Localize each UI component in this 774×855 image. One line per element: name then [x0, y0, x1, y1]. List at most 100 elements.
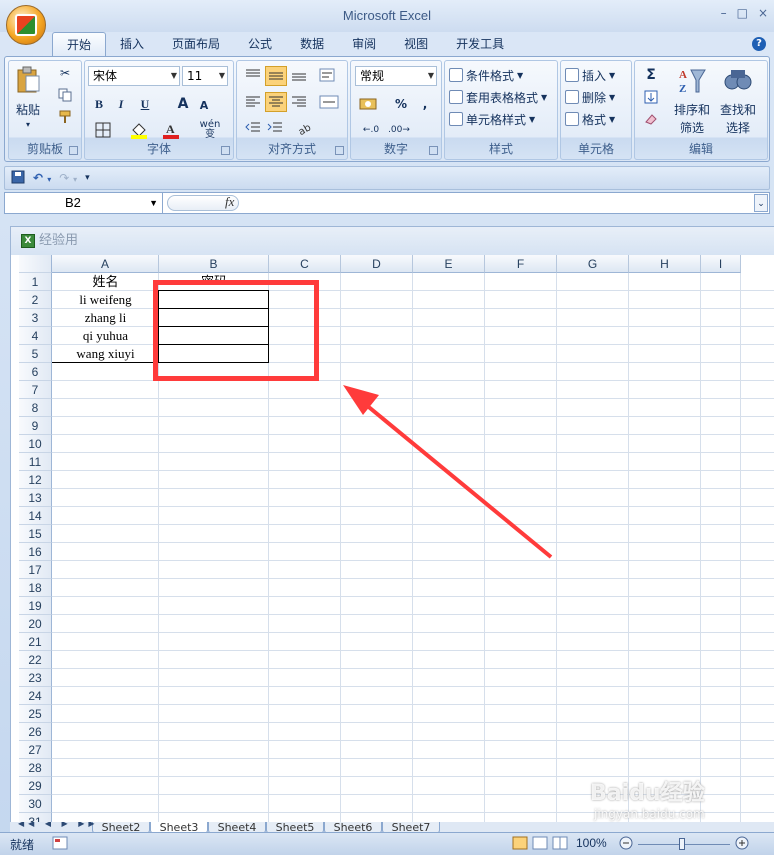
currency-icon[interactable]: [355, 95, 385, 113]
alignment-launcher-icon[interactable]: [335, 146, 344, 155]
format-cells-button[interactable]: 格式 ▼: [565, 110, 629, 128]
close-button[interactable]: ×: [758, 6, 768, 20]
tab-review[interactable]: 审阅: [338, 32, 390, 56]
tab-developer[interactable]: 开发工具: [442, 32, 518, 56]
grow-font-button[interactable]: A: [173, 95, 193, 113]
zoom-in-icon[interactable]: [734, 835, 750, 854]
save-icon[interactable]: [11, 170, 25, 187]
group-label-number: 数字: [383, 142, 408, 156]
font-launcher-icon[interactable]: [221, 146, 230, 155]
percent-button[interactable]: %: [391, 95, 411, 113]
underline-button[interactable]: U: [135, 95, 155, 113]
worksheet-grid[interactable]: A B C D E F G H I 1 2 3 4 5 6 7 8 9 10 11 12 13 14 15 16 17 18 19 20…: [19, 255, 774, 823]
font-size-combo[interactable]: 11 ▼: [182, 66, 228, 86]
cut-icon[interactable]: ✂: [57, 65, 73, 81]
tab-view[interactable]: 视图: [390, 32, 442, 56]
sheet-tab-sheet7[interactable]: Sheet7: [382, 822, 440, 832]
find-select-label[interactable]: 查找和: [717, 101, 759, 117]
align-left-icon[interactable]: [243, 93, 263, 111]
tab-data[interactable]: 数据: [286, 32, 338, 56]
align-right-icon[interactable]: [289, 93, 309, 111]
customize-qat-icon[interactable]: ▾: [85, 173, 90, 183]
expand-formula-bar-icon[interactable]: ⌄: [754, 194, 768, 212]
italic-button[interactable]: I: [113, 95, 129, 113]
workbook-window: 经验用 X A B C D E F G H I 1 2 3 4 5 6 7 8 9 10 11 12 13 14 15 16 17…: [10, 226, 774, 830]
conditional-format-button[interactable]: 条件格式 ▼: [449, 66, 555, 84]
number-format-combo[interactable]: 常规 ▼: [355, 66, 437, 86]
number-launcher-icon[interactable]: [429, 146, 438, 155]
find-select-label-2[interactable]: 选择: [717, 119, 759, 135]
increase-indent-icon[interactable]: [265, 119, 285, 137]
fill-icon[interactable]: [639, 88, 663, 106]
find-select-icon[interactable]: [721, 65, 755, 97]
conditional-format-icon: [449, 68, 463, 82]
page-break-view-icon[interactable]: [552, 836, 568, 853]
workbook-excel-icon: X: [21, 234, 35, 248]
align-center-icon[interactable]: [265, 92, 287, 112]
cell-styles-button[interactable]: 单元格样式 ▼: [449, 110, 555, 128]
tab-home[interactable]: 开始: [52, 32, 107, 56]
macro-record-icon[interactable]: [52, 836, 68, 853]
formula-input[interactable]: [241, 193, 753, 213]
orientation-icon[interactable]: ab: [291, 119, 321, 137]
autosum-button[interactable]: Σ: [639, 66, 663, 84]
office-button[interactable]: [6, 5, 46, 45]
zoom-slider-thumb[interactable]: [679, 838, 685, 850]
wrap-text-icon[interactable]: [317, 66, 337, 84]
redo-icon[interactable]: ↷ ▾: [59, 171, 77, 185]
decrease-indent-icon[interactable]: [243, 119, 263, 137]
help-icon[interactable]: ?: [752, 37, 766, 51]
sheet-tab-sheet4[interactable]: Sheet4: [208, 822, 266, 832]
format-painter-icon[interactable]: [57, 109, 73, 125]
maximize-button[interactable]: □: [737, 6, 748, 20]
copy-icon[interactable]: [57, 87, 73, 103]
svg-text:A: A: [679, 69, 687, 81]
tab-page-layout[interactable]: 页面布局: [158, 32, 234, 56]
sheet-tab-sheet6[interactable]: Sheet6: [324, 822, 382, 832]
group-number: 常规 ▼ % , ←.0 .00→ 数字: [350, 60, 442, 160]
tab-formulas[interactable]: 公式: [234, 32, 286, 56]
sort-filter-label-2[interactable]: 筛选: [671, 119, 713, 135]
font-color-icon[interactable]: A: [159, 121, 183, 139]
merge-center-icon[interactable]: [317, 93, 341, 111]
font-name-combo[interactable]: 宋体 ▼: [88, 66, 180, 86]
paste-icon[interactable]: [13, 65, 43, 95]
clear-icon[interactable]: [639, 110, 663, 128]
zoom-level[interactable]: 100%: [576, 836, 607, 850]
shrink-font-button[interactable]: A: [195, 97, 213, 113]
comma-button[interactable]: ,: [415, 95, 435, 113]
paste-dropdown-icon[interactable]: ▾: [23, 119, 33, 129]
zoom-out-icon[interactable]: [618, 835, 634, 854]
sheet-tab-sheet5[interactable]: Sheet5: [266, 822, 324, 832]
borders-icon[interactable]: [91, 121, 115, 139]
format-as-table-button[interactable]: 套用表格格式 ▼: [449, 88, 555, 106]
normal-view-icon[interactable]: [512, 836, 528, 853]
delete-cells-button[interactable]: 删除 ▼: [565, 88, 629, 106]
minimize-button[interactable]: –: [721, 6, 727, 20]
sheet-tab-sheet2[interactable]: Sheet2: [92, 822, 150, 832]
align-bottom-icon[interactable]: [289, 66, 309, 84]
undo-icon[interactable]: ↶ ▾: [33, 171, 51, 185]
sort-filter-label[interactable]: 排序和: [671, 101, 713, 117]
page-layout-view-icon[interactable]: [532, 836, 548, 853]
paste-button[interactable]: 粘贴: [11, 101, 45, 117]
excel-window: Microsoft Excel – □ × 开始 插入 页面布局 公式 数据 审…: [0, 0, 774, 855]
fill-color-icon[interactable]: [127, 121, 151, 139]
increase-decimal-icon[interactable]: ←.0: [359, 121, 383, 139]
align-middle-icon[interactable]: [265, 66, 287, 86]
decrease-decimal-icon[interactable]: .00→: [387, 121, 411, 139]
workbook-title: 经验用: [11, 227, 774, 255]
name-box[interactable]: B2 ▼: [5, 193, 163, 213]
bold-button[interactable]: B: [91, 95, 107, 113]
sheet-navigation-icon[interactable]: ◀◀ ◀ ▶ ▶▶: [18, 822, 99, 828]
align-top-icon[interactable]: [243, 66, 263, 84]
phonetic-button[interactable]: wén 变: [195, 119, 225, 141]
name-box-dropdown-icon[interactable]: ▼: [149, 193, 158, 213]
format-cells-label: 格式: [582, 112, 607, 127]
insert-cells-button[interactable]: 插入 ▼: [565, 66, 629, 84]
sort-filter-icon[interactable]: AZ: [675, 65, 709, 97]
insert-function-button[interactable]: fx: [225, 194, 234, 210]
sheet-tab-sheet3[interactable]: Sheet3: [150, 822, 208, 832]
clipboard-launcher-icon[interactable]: [69, 146, 78, 155]
tab-insert[interactable]: 插入: [106, 32, 158, 56]
